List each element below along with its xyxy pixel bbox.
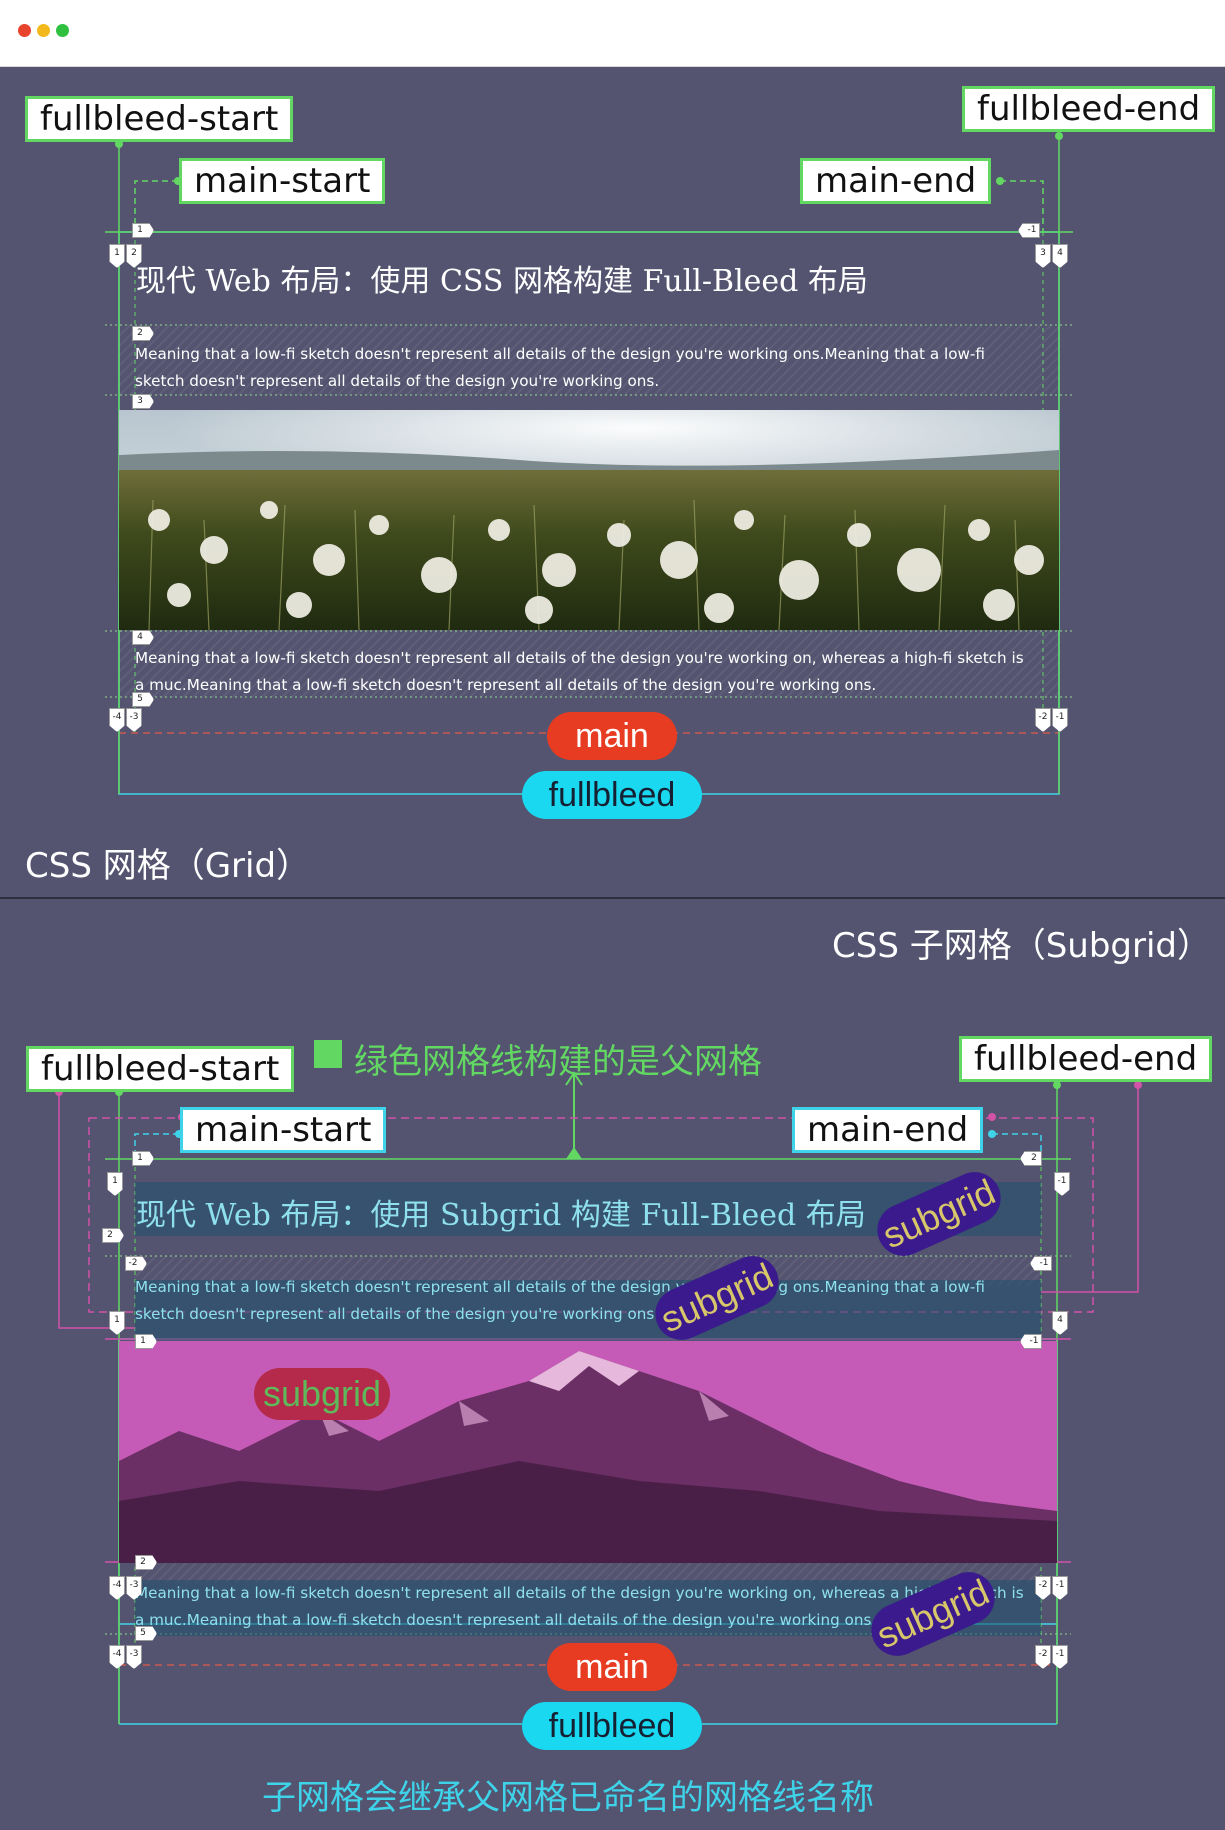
dandelion-field-image (119, 410, 1059, 630)
sub-fullbleed-start-label: fullbleed-start (26, 1046, 295, 1092)
grid-heading: 现代 Web 布局：使用 CSS 网格构建 Full-Bleed 布局 (136, 264, 868, 299)
subgrid-badge-image: subgrid (254, 1368, 390, 1420)
grid-paragraph-2: Meaning that a low-fi sketch doesn't rep… (135, 649, 1024, 694)
fullbleed-start-label: fullbleed-start (25, 96, 294, 142)
main-area-pill: main (547, 712, 677, 760)
sub-main-area-pill: main (547, 1643, 677, 1691)
fullbleed-end-dot (1055, 132, 1063, 140)
sub-fullbleed-area-pill: fullbleed (522, 1702, 702, 1750)
fullbleed-area-pill: fullbleed (522, 771, 702, 819)
sub-main-end-label: main-end (792, 1107, 984, 1153)
subgrid-heading: 现代 Web 布局：使用 Subgrid 构建 Full-Bleed 布局 (136, 1198, 866, 1233)
fullbleed-end-label: fullbleed-end (962, 86, 1216, 132)
sub-fullbleed-end-label: fullbleed-end (959, 1036, 1213, 1082)
grid-paragraph-1: Meaning that a low-fi sketch doesn't rep… (135, 345, 985, 390)
grid-caption: CSS 网格（Grid） (25, 846, 311, 886)
main-end-label: main-end (800, 158, 992, 204)
sub-main-start-label: main-start (180, 1107, 387, 1153)
main-start-label: main-start (179, 158, 386, 204)
subgrid-paragraph-1: Meaning that a low-fi sketch doesn't rep… (135, 1278, 985, 1323)
subgrid-caption: 子网格会继承父网格已命名的网格线名称 (262, 1778, 874, 1818)
main-end-dot (996, 177, 1004, 185)
mountain-image (119, 1341, 1057, 1563)
